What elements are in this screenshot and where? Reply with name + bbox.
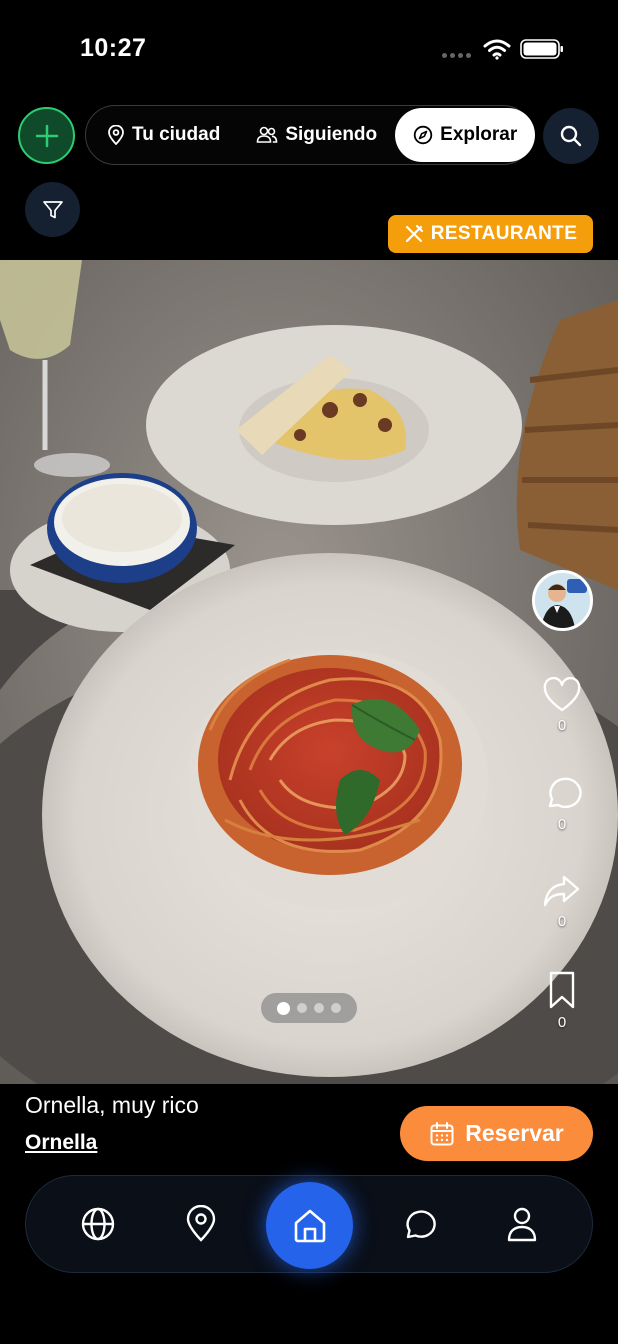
add-post-button[interactable] bbox=[18, 107, 75, 164]
status-bar: 10:27 bbox=[0, 0, 618, 100]
avatar-image bbox=[535, 573, 590, 628]
post-caption: Ornella, muy rico bbox=[25, 1092, 199, 1118]
tab-label: Siguiendo bbox=[285, 124, 378, 145]
nav-home[interactable] bbox=[266, 1182, 353, 1269]
globe-icon bbox=[81, 1207, 115, 1241]
photo-page-indicator bbox=[261, 993, 357, 1023]
map-pin-icon bbox=[108, 125, 124, 145]
comment-count: 0 bbox=[557, 816, 567, 833]
compass-icon bbox=[413, 125, 433, 145]
chat-icon bbox=[406, 1210, 436, 1239]
share-count: 0 bbox=[557, 913, 567, 930]
category-badge[interactable]: RESTAURANTE bbox=[388, 215, 593, 253]
page-dot bbox=[331, 1003, 341, 1013]
page-dot bbox=[297, 1003, 307, 1013]
feed-tabs: Tu ciudad Siguiendo Explorar bbox=[85, 105, 536, 165]
tab-siguiendo[interactable]: Siguiendo bbox=[238, 108, 395, 162]
author-link[interactable]: Ornella bbox=[25, 1131, 97, 1155]
category-label: RESTAURANTE bbox=[430, 223, 578, 244]
reserve-label: Reservar bbox=[465, 1120, 564, 1146]
status-time: 10:27 bbox=[80, 34, 147, 62]
wifi-icon bbox=[483, 39, 511, 60]
post-photo[interactable] bbox=[0, 260, 618, 1084]
bookmark-icon bbox=[549, 971, 575, 1009]
pasta-dish-photo bbox=[0, 260, 618, 1084]
plus-icon bbox=[35, 124, 58, 147]
battery-icon bbox=[520, 39, 563, 59]
utensils-icon bbox=[405, 224, 423, 243]
save-action[interactable]: 0 bbox=[536, 970, 588, 1031]
like-count: 0 bbox=[557, 717, 567, 734]
nav-profile[interactable] bbox=[502, 1204, 542, 1244]
page-dot bbox=[314, 1003, 324, 1013]
tab-label: Explorar bbox=[440, 124, 518, 145]
like-action[interactable]: 0 bbox=[536, 677, 588, 734]
author-avatar[interactable] bbox=[532, 570, 593, 631]
nav-explore[interactable] bbox=[78, 1204, 118, 1244]
tab-explorar[interactable]: Explorar bbox=[395, 108, 536, 162]
share-action[interactable]: 0 bbox=[536, 873, 588, 930]
save-count: 0 bbox=[557, 1014, 567, 1031]
user-icon bbox=[507, 1207, 537, 1242]
tab-tu-ciudad[interactable]: Tu ciudad bbox=[89, 108, 238, 162]
share-icon bbox=[543, 875, 580, 907]
home-icon bbox=[294, 1209, 325, 1242]
search-icon bbox=[560, 125, 582, 147]
nav-messages[interactable] bbox=[399, 1204, 439, 1244]
comment-action[interactable]: 0 bbox=[536, 774, 588, 833]
tab-label: Tu ciudad bbox=[132, 124, 221, 145]
nav-map[interactable] bbox=[181, 1204, 221, 1244]
bottom-nav bbox=[25, 1175, 593, 1273]
reserve-button[interactable]: Reservar bbox=[400, 1106, 593, 1161]
page-dot-active bbox=[277, 1001, 290, 1015]
signal-dots-icon bbox=[442, 53, 471, 58]
filter-icon bbox=[42, 200, 63, 218]
map-pin-icon bbox=[186, 1205, 216, 1242]
comment-icon bbox=[548, 777, 582, 808]
calendar-icon bbox=[430, 1121, 454, 1145]
search-button[interactable] bbox=[543, 108, 599, 164]
heart-icon bbox=[543, 677, 581, 712]
filter-button[interactable] bbox=[25, 182, 80, 237]
users-icon bbox=[257, 126, 278, 143]
